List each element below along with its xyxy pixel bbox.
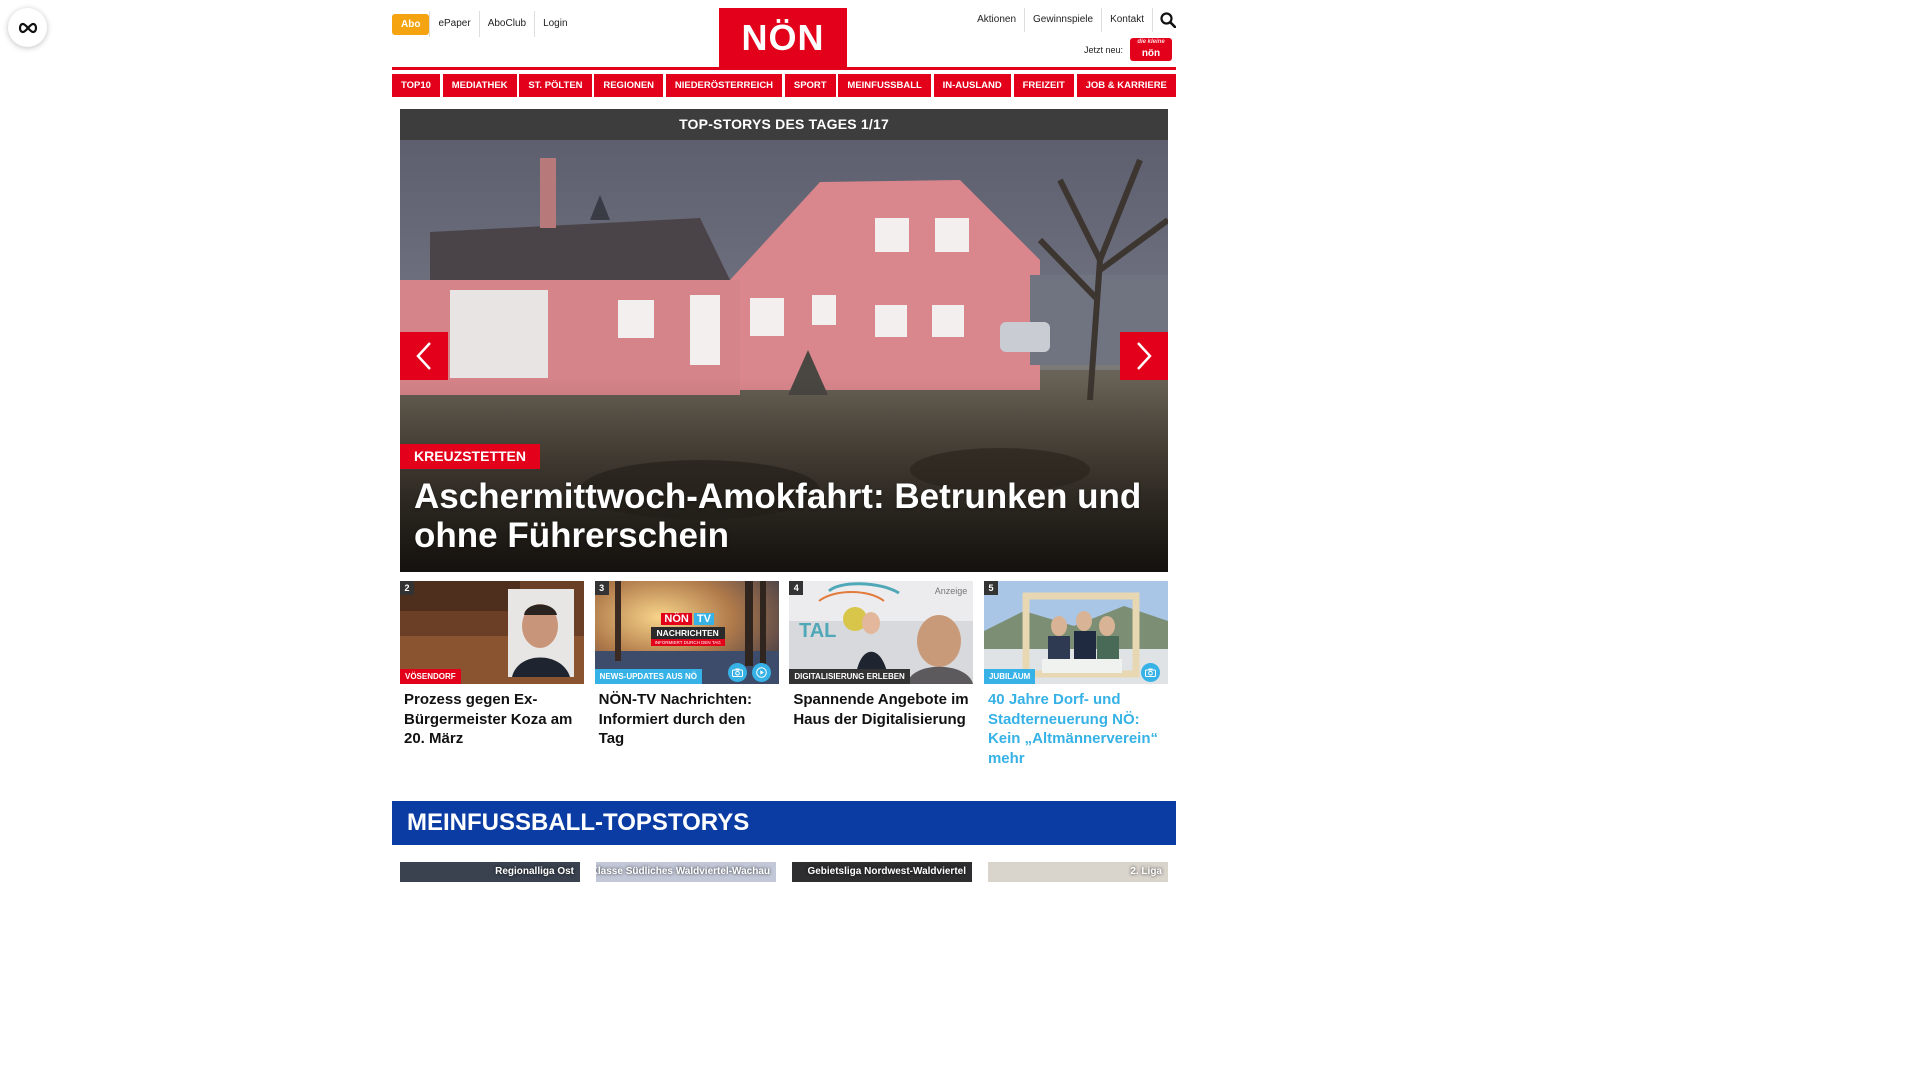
noen-tv-badge-small: INFORMIERT DURCH DEN TAG [650, 639, 725, 646]
top-nav-right: Aktionen Gewinnspiele Kontakt [969, 8, 1176, 32]
kontakt-link[interactable]: Kontakt [1101, 8, 1152, 32]
kleine-logo-main: nön [1141, 48, 1161, 59]
story-rank: 4 [789, 581, 804, 595]
nav-in-ausland[interactable]: IN-AUSLAND [933, 74, 1011, 97]
fussball-league-label: Regionalliga Ost [495, 866, 574, 877]
abo-button[interactable]: Abo [392, 13, 430, 35]
svg-text:TAL: TAL [799, 620, 836, 642]
fussball-story-thumbnail[interactable]: 2. Liga [988, 862, 1168, 882]
ad-label: Anzeige [934, 586, 968, 596]
jetzt-neu-label: Jetzt neu: [1083, 44, 1123, 55]
meinfussball-section-title[interactable]: MEINFUSSBALL-TOPSTORYS [392, 801, 1176, 845]
story-rank: 2 [400, 581, 414, 595]
chevron-left-icon [416, 342, 431, 370]
nav-sport[interactable]: SPORT [784, 74, 836, 97]
camera-icon [731, 668, 743, 677]
jetzt-neu: Jetzt neu: die kleine nön [1084, 38, 1172, 61]
nav-mediathek[interactable]: MEDIATHEK [442, 74, 517, 97]
aktionen-link[interactable]: Aktionen [969, 8, 1024, 32]
story-title[interactable]: 40 Jahre Dorf- und Stadterneuerung NÖ: K… [984, 690, 1168, 768]
nav-meinfussball[interactable]: MEINFUSSBALL [838, 74, 931, 97]
story-rank: 3 [594, 581, 609, 595]
nav-st-poelten[interactable]: ST. PÖLTEN [519, 74, 592, 97]
fussball-league-label: 2. Liga [1130, 866, 1162, 877]
video-badge [751, 663, 771, 682]
epaper-link[interactable]: ePaper [429, 11, 478, 37]
story-card[interactable]: TAL 4 Anzeige DIGITALISIERUNG ERLEBEN Sp… [789, 581, 974, 768]
header: Abo ePaper AboClub Login NÖN Aktionen Ge… [392, 0, 1176, 70]
kleine-noen-logo[interactable]: die kleine nön [1130, 38, 1172, 61]
fussball-story-thumbnail[interactable]: Regionalliga Ost [400, 862, 580, 882]
story-thumbnail[interactable]: TAL 4 Anzeige DIGITALISIERUNG ERLEBEN [789, 581, 974, 684]
story-rank: 5 [983, 581, 998, 595]
page: Abo ePaper AboClub Login NÖN Aktionen Ge… [392, 0, 1176, 882]
search-button[interactable] [1152, 8, 1176, 32]
noen-tv-badge-noen: NÖN [661, 613, 692, 625]
story-cards: 2 VÖSENDORF Prozess gegen Ex-Bürgermeist… [400, 581, 1168, 768]
login-link[interactable]: Login [534, 11, 575, 37]
fussball-league-label: Gebietsliga Nordwest-Waldviertel [807, 866, 966, 877]
noen-tv-badge-sub: NACHRICHTEN [650, 627, 725, 639]
search-icon [1160, 12, 1176, 28]
gallery-badge [727, 663, 747, 682]
camera-icon [1144, 668, 1156, 677]
slider-prev-button[interactable] [400, 332, 448, 380]
nav-niederoesterreich[interactable]: NIEDERÖSTERREICH [665, 74, 783, 97]
story-category-tag[interactable]: NEWS-UPDATES AUS NÖ [594, 669, 702, 684]
story-category-tag[interactable]: DIGITALISIERUNG ERLEBEN [789, 669, 910, 684]
fussball-league-label: 2. Klasse Südliches Waldviertel-Wachau [596, 866, 770, 877]
hero-category-tag[interactable]: KREUZSTETTEN [400, 444, 540, 469]
story-thumbnail[interactable]: 2 VÖSENDORF [400, 581, 584, 684]
main-nav: TOP10 MEDIATHEK ST. PÖLTEN REGIONEN NIED… [392, 74, 1176, 97]
nav-top10[interactable]: TOP10 [392, 74, 440, 97]
fussball-story-thumbnail[interactable]: Gebietsliga Nordwest-Waldviertel [792, 862, 972, 882]
chevron-right-icon [1137, 342, 1152, 370]
story-card[interactable]: NÖN TV NACHRICHTEN INFORMIERT DURCH DEN … [594, 581, 779, 768]
story-title[interactable]: NÖN-TV Nachrichten: Informiert durch den… [595, 690, 779, 749]
fussball-story-thumbnail[interactable]: 2. Klasse Südliches Waldviertel-Wachau [596, 862, 776, 882]
story-card[interactable]: 5 JUBILÄUM 40 Jahre Dorf- und Stadterneu… [983, 581, 1168, 768]
slider-next-button[interactable] [1120, 332, 1168, 380]
story-title[interactable]: Spannende Angebote im Haus der Digitalis… [789, 690, 973, 729]
story-card[interactable]: 2 VÖSENDORF Prozess gegen Ex-Bürgermeist… [400, 581, 584, 768]
reader-mode-button[interactable] [8, 8, 47, 47]
top-stories-title: TOP-STORYS DES TAGES 1/17 [400, 109, 1168, 140]
nav-regionen[interactable]: REGIONEN [594, 74, 664, 97]
story-title[interactable]: Prozess gegen Ex-Bürgermeister Koza am 2… [400, 690, 584, 749]
play-icon [755, 667, 767, 678]
top-nav-left: Abo ePaper AboClub Login [392, 11, 576, 37]
story-thumbnail[interactable]: NÖN TV NACHRICHTEN INFORMIERT DURCH DEN … [594, 581, 779, 684]
gallery-badge [1140, 663, 1160, 682]
noen-tv-badge-tv: TV [693, 613, 714, 625]
hero-headline[interactable]: Aschermittwoch-Amokfahrt: Betrunken und … [414, 477, 1144, 555]
kleine-logo-top: die kleine [1137, 39, 1165, 45]
hero-story[interactable]: KREUZSTETTEN Aschermittwoch-Amokfahrt: B… [400, 140, 1168, 572]
aboclub-link[interactable]: AboClub [478, 11, 534, 37]
story-category-tag[interactable]: JUBILÄUM [983, 669, 1036, 684]
infinity-icon [18, 22, 37, 33]
top-stories-slider: TOP-STORYS DES TAGES 1/17 KREUZSTETTEN A… [400, 109, 1168, 572]
story-thumbnail[interactable]: 5 JUBILÄUM [983, 581, 1168, 684]
gewinnspiele-link[interactable]: Gewinnspiele [1024, 8, 1101, 32]
meinfussball-stories: Regionalliga Ost 2. Klasse Südliches Wal… [400, 862, 1168, 882]
header-divider [392, 67, 1176, 70]
nav-job-karriere[interactable]: JOB & KARRIERE [1076, 74, 1176, 97]
nav-freizeit[interactable]: FREIZEIT [1013, 74, 1074, 97]
noen-tv-badge: NÖN TV NACHRICHTEN INFORMIERT DURCH DEN … [650, 613, 725, 646]
story-category-tag[interactable]: VÖSENDORF [400, 669, 461, 684]
noen-logo[interactable]: NÖN [719, 8, 847, 68]
